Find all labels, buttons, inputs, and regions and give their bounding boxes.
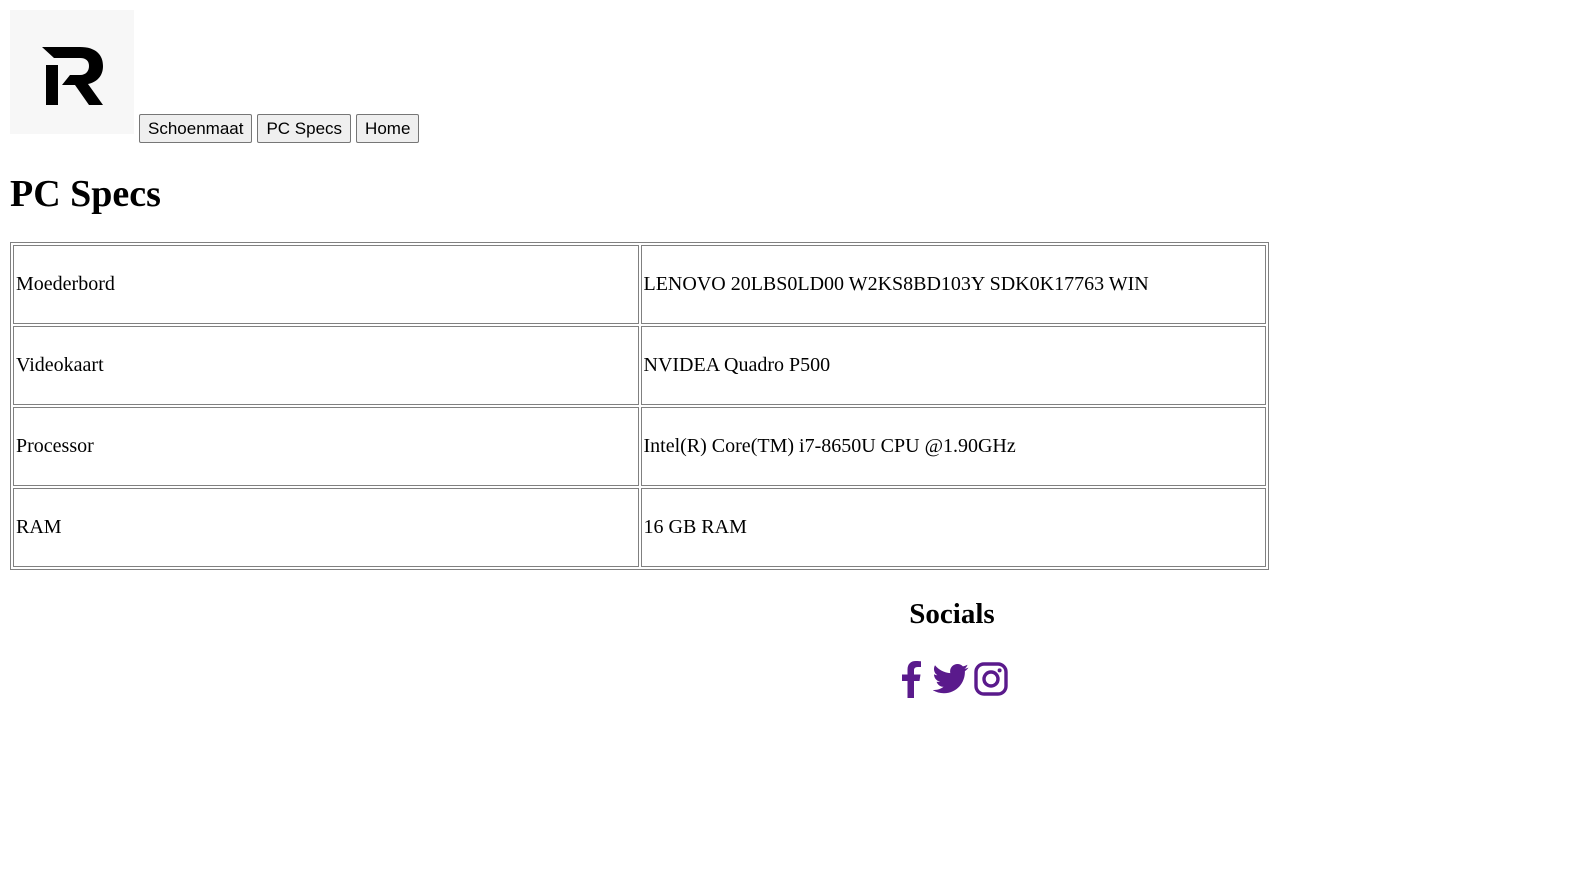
spec-value: 16 GB RAM — [640, 488, 1266, 567]
table-row: Videokaart NVIDEA Quadro P500 — [13, 326, 1266, 405]
nav-button-schoenmaat[interactable]: Schoenmaat — [139, 114, 253, 143]
table-row: Processor Intel(R) Core(TM) i7-8650U CPU… — [13, 407, 1266, 486]
nav-button-pc-specs[interactable]: PC Specs — [257, 114, 352, 143]
spec-value: LENOVO 20LBS0LD00 W2KS8BD103Y SDK0K17763… — [640, 245, 1266, 324]
instagram-icon[interactable] — [973, 660, 1009, 698]
nav-button-home[interactable]: Home — [356, 114, 420, 143]
nav-bar: Schoenmaat PC Specs Home — [139, 114, 420, 143]
table-row: RAM 16 GB RAM — [13, 488, 1266, 567]
specs-table: Moederbord LENOVO 20LBS0LD00 W2KS8BD103Y… — [10, 242, 1269, 570]
spec-value: NVIDEA Quadro P500 — [640, 326, 1266, 405]
spec-value: Intel(R) Core(TM) i7-8650U CPU @1.90GHz — [640, 407, 1266, 486]
twitter-icon[interactable] — [933, 660, 969, 698]
spec-label: RAM — [13, 488, 639, 567]
r-logo-icon — [42, 47, 103, 105]
table-row: Moederbord LENOVO 20LBS0LD00 W2KS8BD103Y… — [13, 245, 1266, 324]
social-icons — [893, 660, 1009, 698]
page-title: PC Specs — [10, 173, 161, 215]
facebook-icon[interactable] — [893, 660, 929, 698]
spec-label: Moederbord — [13, 245, 639, 324]
site-logo — [10, 10, 134, 134]
spec-label: Videokaart — [13, 326, 639, 405]
spec-label: Processor — [13, 407, 639, 486]
socials-title: Socials — [909, 598, 995, 630]
